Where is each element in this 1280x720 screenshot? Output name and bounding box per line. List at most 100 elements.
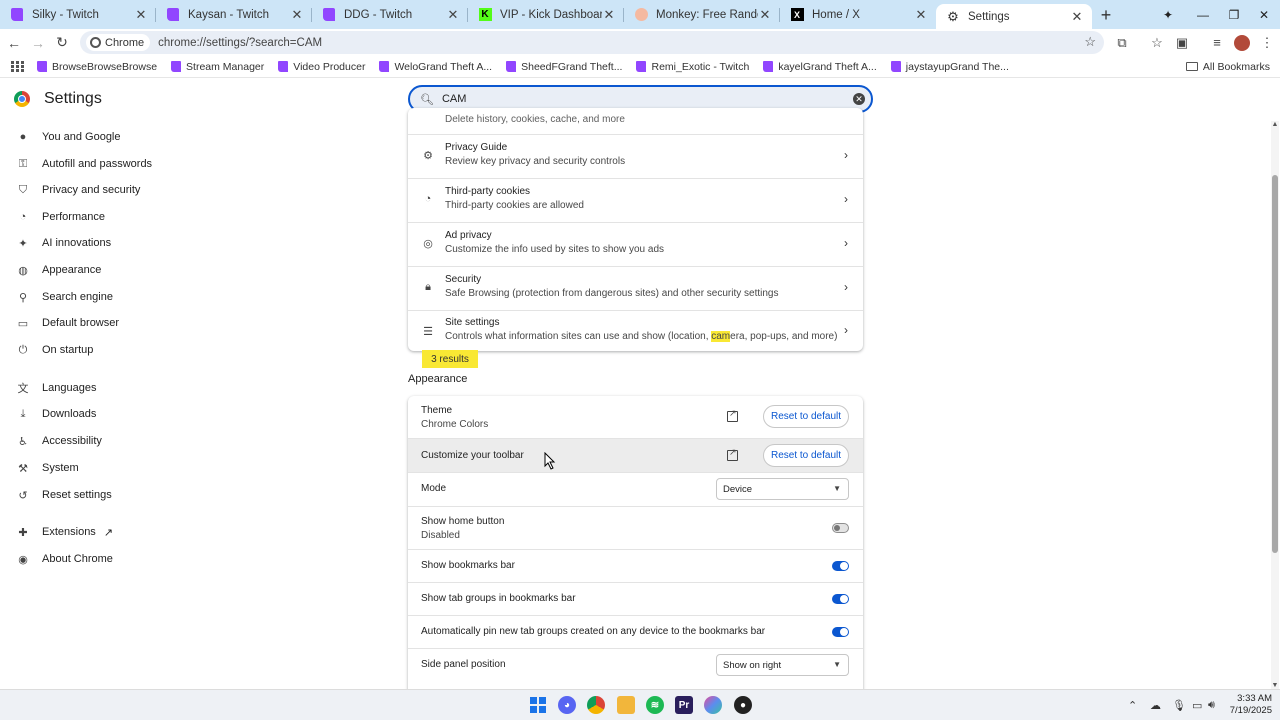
forward-icon[interactable]: → xyxy=(26,31,50,55)
home-button-toggle[interactable] xyxy=(832,523,849,533)
sidebar-item-on-startup[interactable]: ⏻ On startup xyxy=(0,338,180,362)
side-panel-icon[interactable]: ▣ xyxy=(1170,29,1194,56)
sidebar-item-downloads[interactable]: ⤓ Downloads xyxy=(0,402,180,426)
clear-search-icon[interactable]: ✕ xyxy=(853,93,865,105)
sidebar-item-system[interactable]: ⚒ System xyxy=(0,456,180,480)
home-button-row[interactable]: Show home button Disabled xyxy=(408,507,863,549)
close-icon[interactable]: ✕ xyxy=(134,7,148,23)
back-icon[interactable]: ← xyxy=(2,31,26,55)
site-info-chip[interactable]: Chrome xyxy=(86,34,151,51)
sidebar-item-you-and-google[interactable]: ● You and Google xyxy=(0,125,180,149)
chrome-taskbar-icon[interactable] xyxy=(587,696,605,714)
spotify-icon[interactable]: ≋ xyxy=(646,696,664,714)
weather-icon[interactable]: ☁ xyxy=(1150,699,1161,712)
bookmark-item[interactable]: Remi_Exotic - Twitch xyxy=(636,61,749,73)
tab-silky-twitch[interactable]: Silky - Twitch ✕ xyxy=(0,0,156,29)
bookmark-item[interactable]: kayelGrand Theft A... xyxy=(763,61,877,73)
bookmark-star-icon[interactable]: ☆ xyxy=(1084,34,1096,50)
open-external-icon[interactable] xyxy=(727,447,738,461)
tab-monkey[interactable]: Monkey: Free Random Video Chat ✕ xyxy=(624,0,780,29)
reading-list-icon[interactable]: ≡ xyxy=(1205,29,1229,56)
file-explorer-icon[interactable] xyxy=(617,696,635,714)
search-value[interactable]: CAM xyxy=(442,93,466,105)
auto-pin-toggle[interactable] xyxy=(832,627,849,637)
theme-row[interactable]: Theme Chrome Colors Reset to default xyxy=(408,396,863,438)
bookmark-item[interactable]: jaystayupGrand The... xyxy=(890,61,1009,73)
tab-settings[interactable]: ⚙ Settings ✕ xyxy=(936,4,1092,29)
sidebar-item-appearance[interactable]: ◍ Appearance xyxy=(0,258,180,282)
sidebar-item-search-engine[interactable]: ⚲ Search engine xyxy=(0,285,180,309)
sidebar-item-reset-settings[interactable]: ↺ Reset settings xyxy=(0,483,180,507)
display-icon[interactable]: ▭ xyxy=(1192,699,1202,712)
auto-pin-row[interactable]: Automatically pin new tab groups created… xyxy=(408,616,863,648)
privacy-guide-row[interactable]: ⚙ Privacy Guide Review key privacy and s… xyxy=(408,135,863,178)
system-clock[interactable]: 3:33 AM 7/19/2025 xyxy=(1222,693,1272,717)
bookmark-item[interactable]: Video Producer xyxy=(278,61,365,73)
new-tab-button[interactable]: + xyxy=(1092,1,1120,29)
minimize-button[interactable]: — xyxy=(1187,0,1219,29)
close-icon[interactable]: ✕ xyxy=(602,7,616,23)
profile-avatar[interactable] xyxy=(1230,29,1254,56)
close-icon[interactable]: ✕ xyxy=(446,7,460,23)
copilot-icon[interactable] xyxy=(704,696,722,714)
bookmark-item[interactable]: SheedFGrand Theft... xyxy=(506,61,622,73)
sidebar-item-performance[interactable]: ◔ Performance xyxy=(0,205,180,229)
extensions-icon[interactable]: ⧉ xyxy=(1110,29,1134,56)
sidebar-item-languages[interactable]: 文 Languages xyxy=(0,376,180,400)
theme-reset-button[interactable]: Reset to default xyxy=(763,405,849,428)
menu-icon[interactable]: ⋮ xyxy=(1255,29,1279,56)
close-icon[interactable]: ✕ xyxy=(290,7,304,23)
close-window-button[interactable]: ✕ xyxy=(1248,0,1280,29)
close-icon[interactable]: ✕ xyxy=(758,7,772,23)
bookmark-item[interactable]: WeloGrand Theft A... xyxy=(379,61,492,73)
sidebar-item-about-chrome[interactable]: ◉ About Chrome xyxy=(0,547,180,571)
all-bookmarks-button[interactable]: All Bookmarks xyxy=(1185,61,1270,73)
bookmarks-bar-toggle[interactable] xyxy=(832,561,849,571)
close-icon[interactable]: ✕ xyxy=(1070,9,1084,25)
open-external-icon[interactable] xyxy=(727,408,738,422)
tab-groups-toggle[interactable] xyxy=(832,594,849,604)
sidebar-item-extensions[interactable]: ✚ Extensions ↗ xyxy=(0,520,180,544)
sidebar-item-ai-innovations[interactable]: ✦ AI innovations xyxy=(0,231,180,255)
bookmarks-bar-row[interactable]: Show bookmarks bar xyxy=(408,550,863,582)
security-row[interactable]: 🔒︎ Security Safe Browsing (protection fr… xyxy=(408,267,863,310)
sidebar-item-privacy[interactable]: ⛉ Privacy and security xyxy=(0,178,180,202)
sidebar-item-default-browser[interactable]: ▭ Default browser xyxy=(0,311,180,335)
bookmark-item[interactable]: Stream Manager xyxy=(171,61,264,73)
tab-groups-row[interactable]: Show tab groups in bookmarks bar xyxy=(408,583,863,615)
apps-grid-icon[interactable] xyxy=(11,60,24,73)
microphone-icon[interactable]: 🎙︎ xyxy=(1172,699,1186,712)
reload-icon[interactable]: ↻ xyxy=(50,31,74,55)
customize-toolbar-row[interactable]: Customize your toolbar Reset to default xyxy=(408,439,863,472)
obs-icon[interactable]: ● xyxy=(734,696,752,714)
scroll-down-icon[interactable]: ▼ xyxy=(1271,682,1279,689)
tab-home-x[interactable]: X Home / X ✕ xyxy=(780,0,936,29)
tab-kaysan-twitch[interactable]: Kaysan - Twitch ✕ xyxy=(156,0,312,29)
sidebar-item-accessibility[interactable]: ♿︎ Accessibility xyxy=(0,429,180,453)
tab-kick-dashboard[interactable]: K VIP - Kick Dashboard ✕ xyxy=(468,0,624,29)
tab-search-icon[interactable]: ✦ xyxy=(1152,0,1184,29)
delete-browsing-data-row[interactable]: Delete history, cookies, cache, and more xyxy=(408,108,863,133)
scrollbar-thumb[interactable] xyxy=(1272,175,1278,553)
close-icon[interactable]: ✕ xyxy=(914,7,928,23)
ad-privacy-row[interactable]: ◎ Ad privacy Customize the info used by … xyxy=(408,223,863,266)
page-scrollbar[interactable]: ▲ ▼ xyxy=(1271,121,1279,689)
chevron-up-icon[interactable]: ⌃ xyxy=(1128,699,1137,712)
volume-icon[interactable]: 🔊︎ xyxy=(1208,699,1215,712)
toolbar-reset-button[interactable]: Reset to default xyxy=(763,444,849,467)
side-panel-select[interactable]: Show on right ▼ xyxy=(716,654,849,676)
favorites-icon[interactable]: ☆ xyxy=(1145,29,1169,56)
third-party-cookies-row[interactable]: ◔ Third-party cookies Third-party cookie… xyxy=(408,179,863,222)
bookmark-item[interactable]: BrowseBrowseBrowse xyxy=(37,61,157,73)
tab-ddg-twitch[interactable]: DDG - Twitch ✕ xyxy=(312,0,468,29)
discord-icon[interactable]: ◕ xyxy=(558,696,576,714)
premiere-icon[interactable]: Pr xyxy=(675,696,693,714)
url-text[interactable]: chrome://settings/?search=CAM xyxy=(158,37,322,49)
mode-select[interactable]: Device ▼ xyxy=(716,478,849,500)
maximize-button[interactable]: ❐ xyxy=(1218,0,1250,29)
site-settings-row[interactable]: ☰ Site settings Controls what informatio… xyxy=(408,311,863,351)
address-bar[interactable]: Chrome chrome://settings/?search=CAM ☆ xyxy=(80,31,1104,54)
sidebar-item-autofill[interactable]: ⚿ Autofill and passwords xyxy=(0,152,180,176)
windows-start-icon[interactable] xyxy=(529,696,547,714)
scroll-up-icon[interactable]: ▲ xyxy=(1271,121,1279,128)
